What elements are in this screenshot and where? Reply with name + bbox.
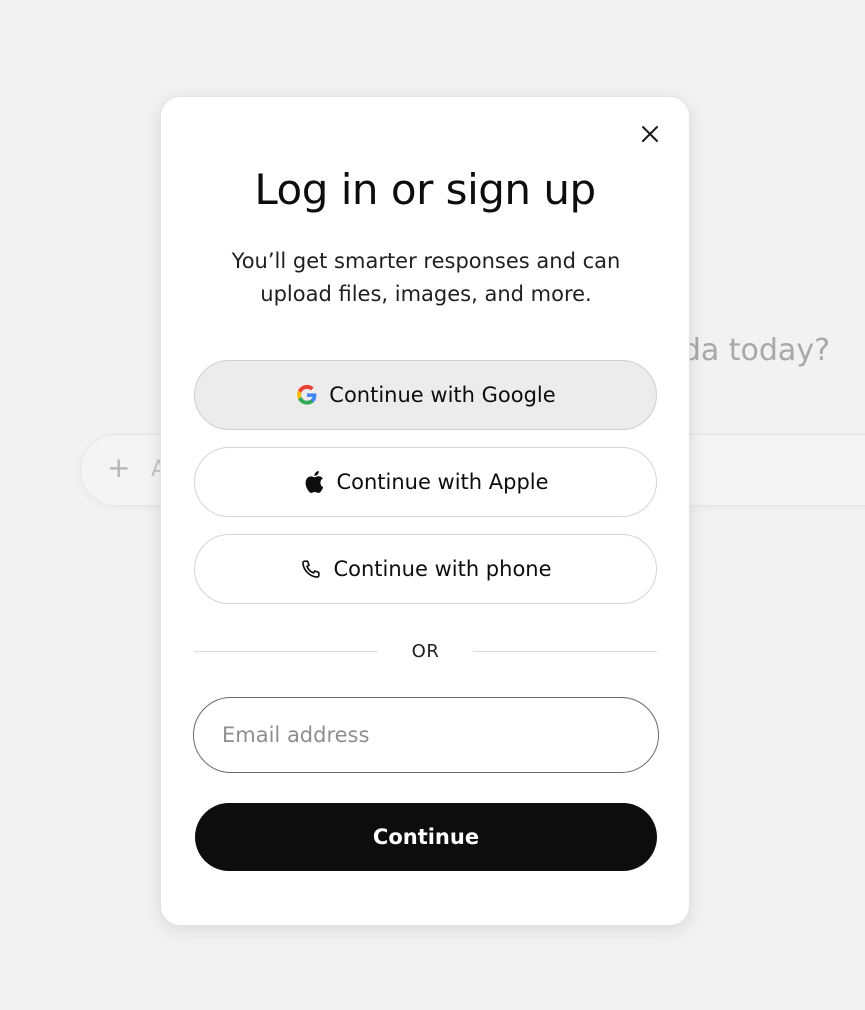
google-button-label: Continue with Google — [329, 383, 556, 407]
plus-icon: + — [107, 451, 131, 484]
continue-with-phone-button[interactable]: Continue with phone — [194, 534, 657, 604]
phone-button-label: Continue with phone — [333, 557, 552, 581]
apple-icon — [302, 470, 326, 494]
modal-title: Log in or sign up — [254, 165, 596, 214]
modal-subtitle: You’ll get smarter responses and can upl… — [231, 249, 621, 306]
login-modal: Log in or sign up You’ll get smarter res… — [160, 96, 690, 926]
email-input[interactable] — [193, 697, 659, 773]
close-icon — [640, 124, 660, 148]
phone-icon — [299, 557, 323, 581]
divider-line-left — [194, 650, 378, 652]
or-divider: OR — [194, 637, 657, 665]
divider-text: OR — [411, 640, 440, 662]
close-button[interactable] — [633, 119, 667, 153]
continue-with-apple-button[interactable]: Continue with Apple — [194, 447, 657, 517]
continue-with-google-button[interactable]: Continue with Google — [194, 360, 657, 430]
apple-button-label: Continue with Apple — [336, 470, 549, 494]
continue-button[interactable]: Continue — [195, 803, 657, 871]
google-icon — [295, 383, 319, 407]
divider-line-right — [473, 650, 657, 652]
